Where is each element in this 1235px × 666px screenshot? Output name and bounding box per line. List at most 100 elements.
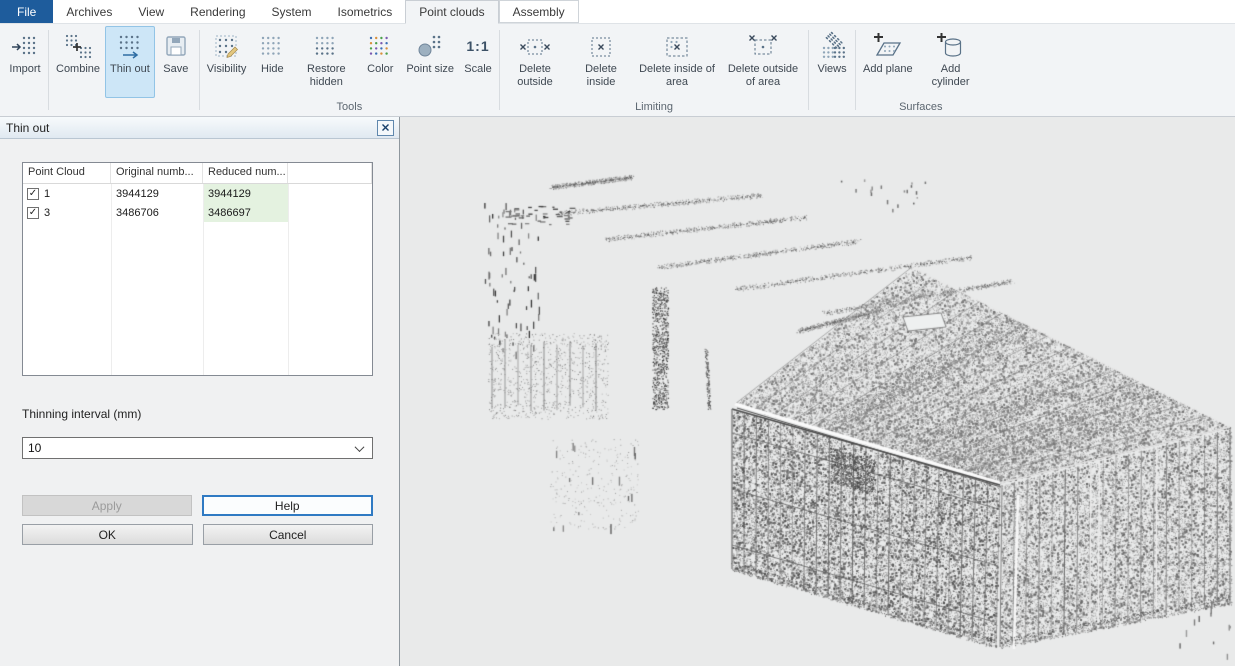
ribbon-button-label: Thin out <box>110 63 150 76</box>
column-divider <box>203 184 204 375</box>
ribbon-button-label: Delete inside of area <box>639 63 715 89</box>
column-divider <box>288 184 289 375</box>
ribbon-button-label: Restore hidden <box>298 63 354 89</box>
ribbon-tab-isometrics[interactable]: Isometrics <box>325 0 406 23</box>
delete-inside-icon <box>585 30 617 62</box>
import-icon <box>9 30 41 62</box>
ribbon-button-import[interactable]: Import <box>4 26 46 98</box>
reduced-number-cell: 3944129 <box>203 184 288 203</box>
save-icon <box>160 30 192 62</box>
scale-1-1-icon: 1:1 <box>466 30 489 62</box>
add-plane-icon <box>872 30 904 62</box>
ribbon-button-label: Delete outside <box>507 63 563 89</box>
ribbon-tab-system[interactable]: System <box>259 0 325 23</box>
ok-button[interactable]: OK <box>22 524 193 545</box>
close-icon <box>381 123 390 132</box>
ribbon-group-limiting: Delete outsideDelete insideDelete inside… <box>502 26 806 116</box>
ribbon-button-point-size[interactable]: Point size <box>401 26 459 98</box>
ribbon-button-label: Color <box>367 63 393 76</box>
ribbon-group-label: Tools <box>202 100 497 116</box>
ribbon-button-delete-inside-of-area[interactable]: Delete inside of area <box>634 26 720 98</box>
ribbon-button-hide[interactable]: Hide <box>251 26 293 98</box>
ribbon-button-combine[interactable]: Combine <box>51 26 105 98</box>
add-cylinder-icon <box>935 30 967 62</box>
ribbon-button-label: Import <box>9 63 40 76</box>
hide-icon <box>256 30 288 62</box>
ribbon-tab-assembly[interactable]: Assembly <box>499 0 579 23</box>
ribbon-group-label: Surfaces <box>858 100 984 116</box>
ribbon-button-thin-out[interactable]: Thin out <box>105 26 155 98</box>
ribbon-tab-bar: FileArchivesViewRenderingSystemIsometric… <box>0 0 1235 24</box>
ribbon-group-tools: Visibility HideRestore hidden Color Point s… <box>202 26 497 116</box>
ribbon-button-restore-hidden[interactable]: Restore hidden <box>293 26 359 98</box>
column-header-reduced-number[interactable]: Reduced num... <box>203 163 288 183</box>
column-header-point-cloud[interactable]: Point Cloud <box>23 163 111 183</box>
ribbon-button-label: Save <box>163 63 188 76</box>
ribbon-button-label: Add cylinder <box>923 63 979 89</box>
ribbon-button-delete-inside[interactable]: Delete inside <box>568 26 634 98</box>
thin-out-icon <box>114 30 146 62</box>
dialog-title-bar[interactable]: Thin out <box>0 117 399 139</box>
dialog-close-button[interactable] <box>377 120 394 136</box>
ribbon-group-surfaces: Add planeAdd cylinder Surfaces <box>858 26 984 116</box>
ribbon-group-label <box>51 100 197 116</box>
group-separator <box>499 30 500 110</box>
ribbon-group-label <box>811 100 853 116</box>
thinning-interval-select[interactable]: 10 <box>22 437 373 459</box>
thin-out-dialog: Thin out Point Cloud Original numb... Re… <box>0 117 400 666</box>
chevron-down-icon <box>355 442 365 452</box>
ribbon-button-add-cylinder[interactable]: Add cylinder <box>918 26 984 98</box>
combine-icon <box>62 30 94 62</box>
ribbon-button-delete-outside-of-area[interactable]: Delete outside of area <box>720 26 806 98</box>
original-number-cell: 3944129 <box>111 188 203 200</box>
point-cloud-canvas <box>400 117 1235 666</box>
apply-button[interactable]: Apply <box>22 495 192 516</box>
ribbon-group-label <box>4 100 46 116</box>
ribbon-tab-point-clouds[interactable]: Point clouds <box>405 0 498 24</box>
main-content: Thin out Point Cloud Original numb... Re… <box>0 117 1235 666</box>
ribbon-tab-archives[interactable]: Archives <box>53 0 125 23</box>
ribbon-toolbar: Import Combine Thin out Save Visibility HideR… <box>0 24 1235 117</box>
dialog-body: Point Cloud Original numb... Reduced num… <box>0 139 399 545</box>
ribbon-tab-rendering[interactable]: Rendering <box>177 0 258 23</box>
original-number-cell: 3486706 <box>111 207 203 219</box>
cancel-button[interactable]: Cancel <box>203 524 374 545</box>
group-separator <box>48 30 49 110</box>
ribbon-button-label: Visibility <box>207 63 247 76</box>
thinning-interval-value: 10 <box>28 441 41 455</box>
ribbon-button-label: Views <box>817 63 846 76</box>
ribbon-button-views[interactable]: Views <box>811 26 853 98</box>
ribbon-button-scale[interactable]: 1:1Scale <box>459 26 497 98</box>
ribbon-group: Views <box>811 26 853 116</box>
group-separator <box>855 30 856 110</box>
point-cloud-table: Point Cloud Original numb... Reduced num… <box>22 162 373 376</box>
ribbon-group: Import <box>4 26 46 116</box>
viewport-3d[interactable] <box>400 117 1235 666</box>
ribbon-button-save[interactable]: Save <box>155 26 197 98</box>
delete-outside-area-icon <box>747 30 779 62</box>
ribbon-group: Combine Thin out Save <box>51 26 197 116</box>
ribbon-button-color[interactable]: Color <box>359 26 401 98</box>
views-icon <box>816 30 848 62</box>
help-button[interactable]: Help <box>202 495 374 516</box>
ribbon-tab-view[interactable]: View <box>125 0 177 23</box>
ribbon-button-label: Scale <box>464 63 492 76</box>
table-row[interactable]: ✓334867063486697 <box>23 203 372 222</box>
ribbon-button-add-plane[interactable]: Add plane <box>858 26 918 98</box>
ribbon-button-label: Combine <box>56 63 100 76</box>
reduced-number-cell: 3486697 <box>203 203 288 222</box>
group-separator <box>808 30 809 110</box>
row-checkbox[interactable]: ✓ <box>27 207 39 219</box>
column-header-filler <box>288 163 372 183</box>
ribbon-button-visibility[interactable]: Visibility <box>202 26 252 98</box>
row-checkbox[interactable]: ✓ <box>27 188 39 200</box>
point-size-icon <box>414 30 446 62</box>
table-row[interactable]: ✓139441293944129 <box>23 184 372 203</box>
ribbon-button-delete-outside[interactable]: Delete outside <box>502 26 568 98</box>
ribbon-button-label: Delete outside of area <box>725 63 801 89</box>
column-header-original-number[interactable]: Original numb... <box>111 163 203 183</box>
ribbon-tab-file[interactable]: File <box>0 0 53 23</box>
ribbon-button-label: Point size <box>406 63 454 76</box>
delete-inside-area-icon <box>661 30 693 62</box>
restore-hidden-icon <box>310 30 342 62</box>
